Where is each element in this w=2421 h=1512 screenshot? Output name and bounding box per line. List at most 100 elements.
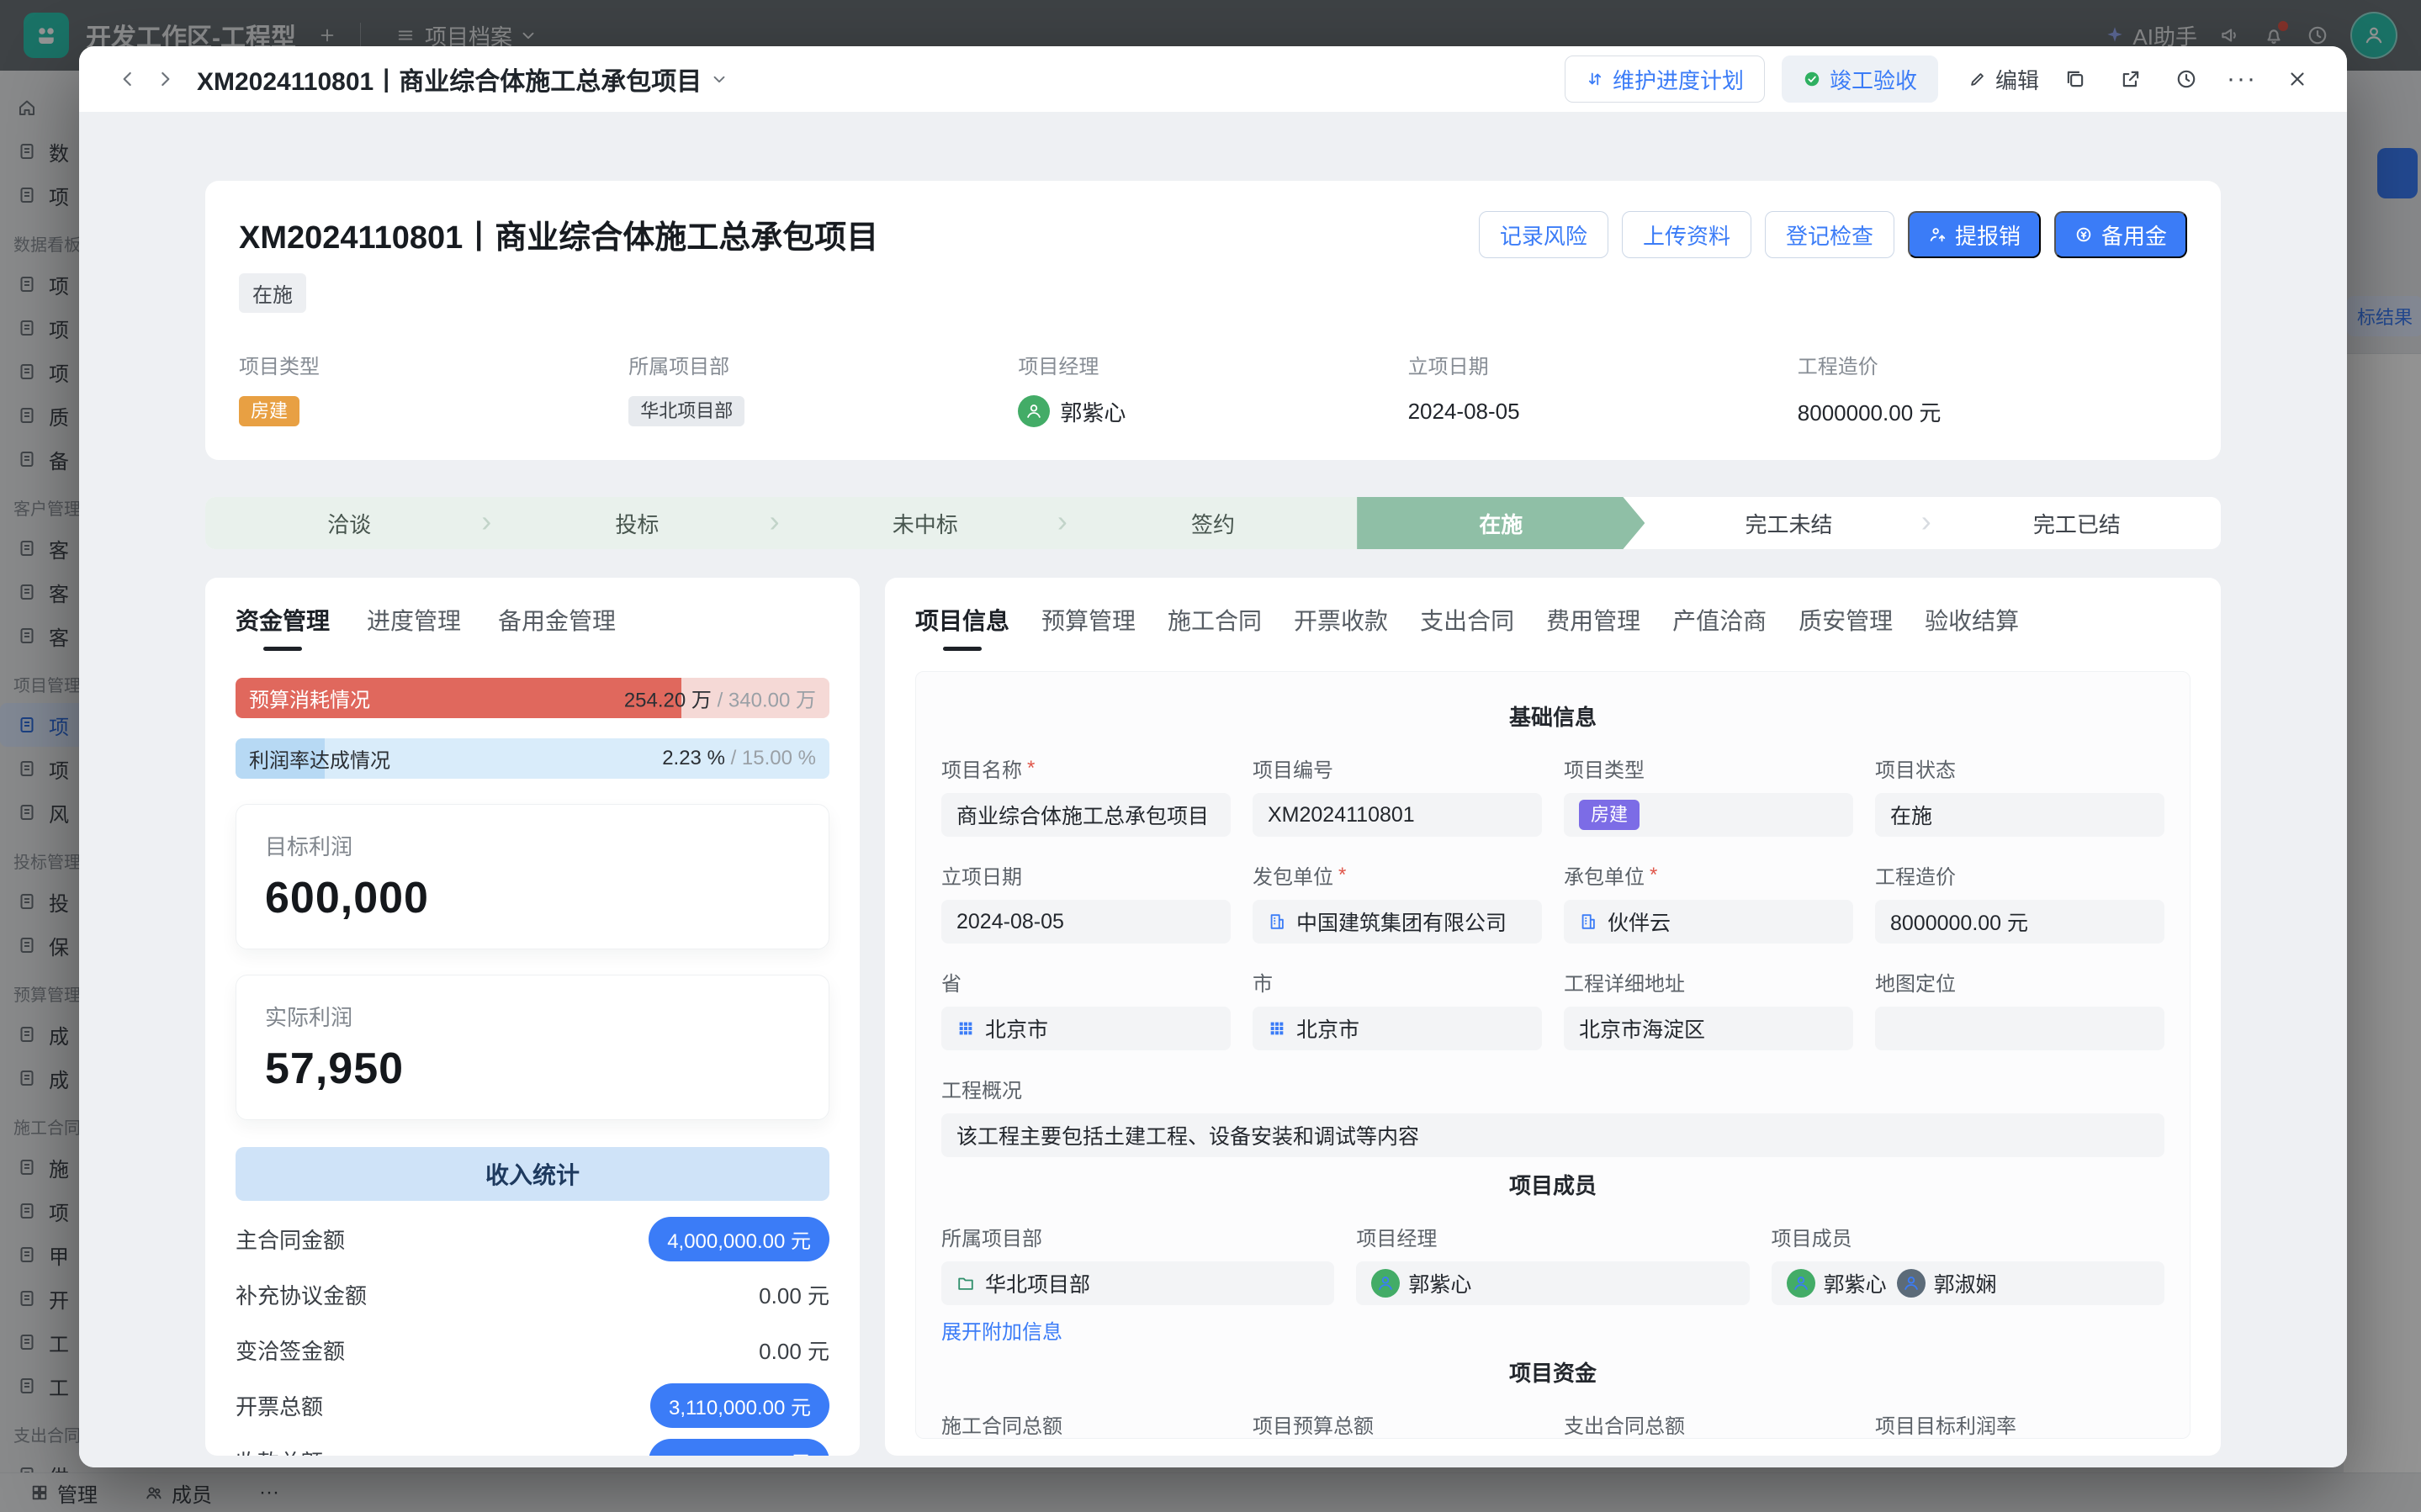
tab-progress-management[interactable]: 进度管理 bbox=[367, 603, 461, 651]
amount-pill[interactable]: 4,000,000.00 元 bbox=[649, 1217, 829, 1261]
tab-cost-management[interactable]: 费用管理 bbox=[1546, 603, 1640, 651]
info-form: 基础信息 项目名称* 商业综合体施工总承包项目 项目编号 XM202411080… bbox=[915, 671, 2191, 1439]
finance-panel: 资金管理 进度管理 备用金管理 预算消耗情况 254.20 万 / 340.00… bbox=[205, 578, 860, 1456]
tab-quality-safety[interactable]: 质安管理 bbox=[1799, 603, 1893, 651]
completion-acceptance-label: 竣工验收 bbox=[1830, 64, 1917, 95]
maintain-schedule-label: 维护进度计划 bbox=[1613, 64, 1744, 95]
field-project-type: 项目类型 房建 bbox=[239, 350, 628, 430]
avatar bbox=[1787, 1269, 1815, 1298]
tab-expense-contract[interactable]: 支出合同 bbox=[1420, 603, 1514, 651]
completion-acceptance-button[interactable]: 竣工验收 bbox=[1782, 56, 1938, 103]
share-button[interactable] bbox=[2111, 60, 2150, 98]
project-summary-fields: 项目类型 房建 所属项目部 华北项目部 项目经理 郭紫心 bbox=[239, 350, 2187, 430]
info-tabs: 项目信息 预算管理 施工合同 开票收款 支出合同 费用管理 产值洽商 质安管理 … bbox=[915, 591, 2191, 658]
edit-button[interactable]: 编辑 bbox=[1968, 64, 2039, 95]
amount-pill[interactable]: 3,110,000.00 元 bbox=[650, 1383, 829, 1428]
register-inspection-button[interactable]: 登记检查 bbox=[1765, 211, 1894, 258]
row-supplement-agreement: 补充协议金额 0.00 元 bbox=[236, 1266, 829, 1322]
modal-header-actions: 维护进度计划 竣工验收 编辑 ··· bbox=[1565, 56, 2317, 103]
tab-acceptance-settlement[interactable]: 验收结算 bbox=[1925, 603, 2019, 651]
section-project-members: 项目成员 bbox=[941, 1169, 2164, 1200]
tab-funds-management[interactable]: 资金管理 bbox=[236, 603, 330, 651]
project-stage-stepper: 洽谈 投标 未中标 签约 在施 完工未结 完工已结 bbox=[205, 497, 2221, 549]
field-project-status: 项目状态 在施 bbox=[1875, 753, 2164, 837]
department-value[interactable]: 华北项目部 bbox=[941, 1261, 1334, 1305]
budget-bar-label: 预算消耗情况 bbox=[249, 684, 370, 713]
target-profit-card: 目标利润 600,000 bbox=[236, 804, 829, 949]
tab-construction-contract[interactable]: 施工合同 bbox=[1168, 603, 1262, 651]
profit-bar-value: 2.23 % / 15.00 % bbox=[662, 747, 816, 770]
row-invoiced-total: 开票总额 3,110,000.00 元 bbox=[236, 1377, 829, 1433]
row-change-negotiation: 变洽签金额 0.00 元 bbox=[236, 1322, 829, 1377]
field-budget-total: 项目预算总额 3,400,000.00 元 bbox=[1253, 1409, 1542, 1439]
field-manager: 项目经理 郭紫心 bbox=[1018, 350, 1407, 430]
finance-rows: 主合同金额 4,000,000.00 元 补充协议金额 0.00 元 变洽签金额… bbox=[236, 1211, 829, 1456]
modal-panels: 资金管理 进度管理 备用金管理 预算消耗情况 254.20 万 / 340.00… bbox=[205, 578, 2221, 1456]
field-department: 所属项目部 华北项目部 展开附加信息 bbox=[941, 1222, 1334, 1345]
avatar bbox=[1371, 1269, 1400, 1298]
project-manager-value[interactable]: 郭紫心 bbox=[1356, 1261, 1749, 1305]
project-header-card: XM2024110801丨商业综合体施工总承包项目 记录风险 上传资料 登记检查… bbox=[205, 181, 2221, 460]
field-project-manager: 项目经理 郭紫心 bbox=[1356, 1222, 1749, 1345]
submit-expense-button[interactable]: 提报销 bbox=[1908, 211, 2041, 258]
field-project-type: 项目类型 房建 bbox=[1564, 753, 1853, 837]
info-panel: 项目信息 预算管理 施工合同 开票收款 支出合同 费用管理 产值洽商 质安管理 … bbox=[885, 578, 2221, 1456]
project-code-value[interactable]: XM2024110801 bbox=[1253, 793, 1542, 837]
tab-reserve-management[interactable]: 备用金管理 bbox=[498, 603, 616, 651]
actual-profit-value: 57,950 bbox=[265, 1044, 800, 1094]
expand-extra-info-link[interactable]: 展开附加信息 bbox=[941, 1315, 1062, 1345]
reserve-fund-button[interactable]: 备用金 bbox=[2054, 211, 2187, 258]
step-finished-settled[interactable]: 完工已结 bbox=[1933, 497, 2221, 549]
step-negotiation[interactable]: 洽谈 bbox=[205, 497, 493, 549]
members-grid: 所属项目部 华北项目部 展开附加信息 项目经理 郭紫心 bbox=[941, 1222, 2164, 1345]
amount-pill[interactable]: 2,600,000.00 元 bbox=[649, 1439, 829, 1456]
region-grid-icon bbox=[956, 1019, 975, 1038]
tab-budget[interactable]: 预算管理 bbox=[1041, 603, 1136, 651]
project-members-value[interactable]: 郭紫心 郭淑娴 bbox=[1772, 1261, 2164, 1305]
step-not-won[interactable]: 未中标 bbox=[781, 497, 1069, 549]
tab-project-info[interactable]: 项目信息 bbox=[915, 603, 1009, 651]
project-name-value[interactable]: 商业综合体施工总承包项目 bbox=[941, 793, 1231, 837]
tab-invoice-receipt[interactable]: 开票收款 bbox=[1294, 603, 1388, 651]
section-project-funds: 项目资金 bbox=[941, 1356, 2164, 1388]
step-bidding[interactable]: 投标 bbox=[493, 497, 781, 549]
record-risk-button[interactable]: 记录风险 bbox=[1479, 211, 1608, 258]
overview-value[interactable]: 该工程主要包括土建工程、设备安装和调试等内容 bbox=[941, 1113, 2164, 1157]
city-value[interactable]: 北京市 bbox=[1253, 1007, 1542, 1050]
actual-profit-card: 实际利润 57,950 bbox=[236, 975, 829, 1120]
building-icon bbox=[1268, 912, 1286, 931]
step-signed[interactable]: 签约 bbox=[1069, 497, 1357, 549]
map-location-value[interactable] bbox=[1875, 1007, 2164, 1050]
modal-body: XM2024110801丨商业综合体施工总承包项目 记录风险 上传资料 登记检查… bbox=[79, 112, 2347, 1467]
next-record-button[interactable] bbox=[146, 61, 183, 98]
prev-record-button[interactable] bbox=[109, 61, 146, 98]
project-type-value[interactable]: 房建 bbox=[1564, 793, 1853, 837]
income-statistics-button[interactable]: 收入统计 bbox=[236, 1147, 829, 1201]
tab-output-negotiation[interactable]: 产值洽商 bbox=[1672, 603, 1767, 651]
project-title: XM2024110801丨商业综合体施工总承包项目 bbox=[239, 211, 878, 257]
maintain-schedule-button[interactable]: 维护进度计划 bbox=[1565, 56, 1765, 103]
department-tag: 华北项目部 bbox=[628, 396, 744, 426]
close-button[interactable] bbox=[2278, 60, 2317, 98]
contractor-value[interactable]: 伙伴云 bbox=[1564, 900, 1853, 944]
start-date-value[interactable]: 2024-08-05 bbox=[941, 900, 1231, 944]
project-status-value[interactable]: 在施 bbox=[1875, 793, 2164, 837]
project-detail-modal: XM2024110801丨商业综合体施工总承包项目 维护进度计划 竣工验收 编辑 bbox=[79, 46, 2347, 1467]
address-value[interactable]: 北京市海淀区 bbox=[1564, 1007, 1853, 1050]
step-in-construction[interactable]: 在施 bbox=[1357, 497, 1645, 549]
row-main-contract: 主合同金额 4,000,000.00 元 bbox=[236, 1211, 829, 1266]
upload-file-button[interactable]: 上传资料 bbox=[1622, 211, 1751, 258]
field-target-profit-rate: 项目目标利润率 15.00% bbox=[1875, 1409, 2164, 1439]
project-cost-value[interactable]: 8000000.00 元 bbox=[1875, 900, 2164, 944]
history-button[interactable] bbox=[2167, 60, 2206, 98]
budget-bar-value: 254.20 万 / 340.00 万 bbox=[624, 684, 816, 713]
step-finished-unsettled[interactable]: 完工未结 bbox=[1645, 497, 1932, 549]
client-value[interactable]: 中国建筑集团有限公司 bbox=[1253, 900, 1542, 944]
profit-rate-bar: 利润率达成情况 2.23 % / 15.00 % bbox=[236, 738, 829, 779]
copy-button[interactable] bbox=[2056, 60, 2095, 98]
more-actions-button[interactable]: ··· bbox=[2222, 60, 2261, 98]
building-icon bbox=[1579, 912, 1597, 931]
modal-title[interactable]: XM2024110801丨商业综合体施工总承包项目 bbox=[197, 61, 728, 98]
province-value[interactable]: 北京市 bbox=[941, 1007, 1231, 1050]
field-project-name: 项目名称* 商业综合体施工总承包项目 bbox=[941, 753, 1231, 837]
